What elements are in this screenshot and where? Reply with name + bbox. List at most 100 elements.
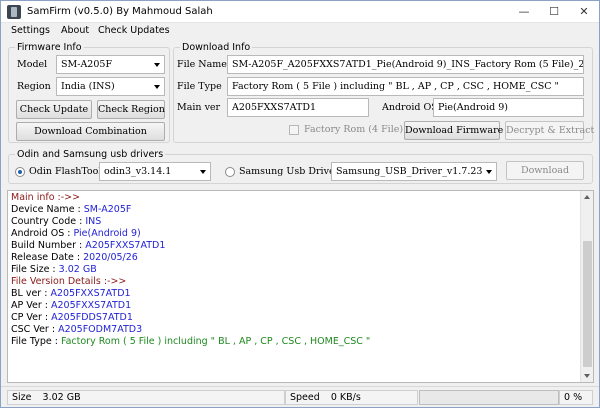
log-value: Pie(Android 9) [73, 228, 141, 239]
log-value: SM-A205F [83, 204, 132, 215]
log-key: Release Date : [11, 252, 84, 263]
size-value: 3.02 GB [42, 392, 81, 403]
download-combination-button[interactable]: Download Combination [16, 122, 165, 141]
log-line: Device Name : SM-A205F [11, 204, 370, 216]
file-name-field[interactable]: SM-A205F_A205FXXS7ATD1_Pie(Android 9)_IN… [227, 55, 584, 74]
speed-panel: Speed 0 KB/s [285, 390, 418, 405]
main-ver-label: Main ver [177, 102, 221, 113]
status-bar: Size 3.02 GB Speed 0 KB/s 0 % [1, 386, 599, 407]
log-line: Release Date : 2020/05/26 [11, 252, 370, 264]
log-line: CP Ver : A205FDDS7ATD1 [11, 312, 370, 324]
model-select[interactable]: SM-A205F [56, 55, 165, 74]
log-key: AP Ver : [11, 300, 51, 311]
odin-flashtool-label: Odin FlashTool [29, 166, 102, 177]
file-type-label: File Type [177, 81, 222, 92]
usb-driver-select[interactable]: Samsung_USB_Driver_v1.7.23 [331, 162, 497, 181]
log-key: CP Ver : [11, 312, 52, 323]
log-key: Android OS : [11, 228, 74, 239]
odin-version-select[interactable]: odin3_v3.14.1 [99, 162, 211, 181]
maximize-button[interactable]: ☐ [539, 1, 569, 22]
log-value: INS [85, 216, 102, 227]
decrypt-extract-button[interactable]: Decrypt & Extract [505, 121, 594, 140]
download-info-title: Download Info [180, 42, 253, 53]
chevron-down-icon [154, 63, 160, 67]
speed-value: 0 KB/s [330, 392, 361, 403]
android-os-label: Android OS [382, 102, 438, 113]
file-name-label: File Name [177, 59, 227, 70]
scroll-down-icon[interactable] [581, 369, 593, 382]
log-line: AP Ver : A205FXXS7ATD1 [11, 300, 370, 312]
progress-percent: 0 % [559, 390, 593, 405]
log-value: 2020/05/26 [83, 252, 138, 263]
app-icon [7, 5, 21, 19]
chevron-down-icon [200, 170, 206, 174]
check-update-button[interactable]: Check Update [16, 100, 92, 119]
log-line: Build Number : A205FXXS7ATD1 [11, 240, 370, 252]
scroll-up-icon[interactable] [581, 191, 593, 204]
factory-rom-checkbox[interactable] [289, 125, 299, 135]
log-value: 3.02 GB [58, 264, 97, 275]
menu-check-updates[interactable]: Check Updates [98, 25, 170, 36]
scroll-thumb[interactable] [583, 241, 592, 367]
download-progress-bar [419, 390, 559, 405]
log-value: A205FXXS7ATD1 [50, 288, 131, 299]
main-ver-field[interactable]: A205FXXS7ATD1 [227, 98, 369, 117]
log-key: Country Code : [11, 216, 86, 227]
log-line: File Version Details :->> [11, 276, 370, 288]
region-value: India (INS) [61, 81, 115, 92]
log-value: A205FXXS7ATD1 [51, 300, 132, 311]
model-value: SM-A205F [61, 59, 113, 70]
odin-flashtool-radio[interactable] [15, 167, 25, 177]
model-label: Model [17, 59, 48, 70]
odin-version-value: odin3_v3.14.1 [104, 166, 172, 177]
close-button[interactable]: ✕ [569, 1, 599, 22]
menu-about[interactable]: About [61, 25, 89, 36]
menu-bar: Settings About Check Updates [1, 23, 599, 39]
log-key: Device Name : [11, 204, 84, 215]
log-line: Android OS : Pie(Android 9) [11, 228, 370, 240]
menu-settings[interactable]: Settings [11, 25, 50, 36]
log-key: File Version Details :->> [11, 276, 127, 287]
factory-rom-checkbox-label: Factory Rom (4 File) [304, 124, 404, 135]
log-value: A205FDDS7ATD1 [51, 312, 133, 323]
log-key: File Type : [11, 336, 61, 347]
android-os-field[interactable]: Pie(Android 9) [433, 98, 584, 117]
log-line: CSC Ver : A205FODM7ATD3 [11, 324, 370, 336]
region-select[interactable]: India (INS) [56, 77, 165, 96]
download-firmware-button[interactable]: Download Firmware [404, 121, 503, 140]
log-line: Country Code : INS [11, 216, 370, 228]
log-line: File Size : 3.02 GB [11, 264, 370, 276]
check-region-button[interactable]: Check Region [97, 100, 165, 119]
log-line: File Type : Factory Rom ( 5 File ) inclu… [11, 336, 370, 348]
size-label: Size [12, 392, 32, 403]
drivers-title: Odin and Samsung usb drivers [15, 149, 166, 160]
log-key: Main info :->> [11, 192, 81, 203]
window-title: SamFirm (v0.5.0) By Mahmoud Salah [27, 6, 213, 17]
log-key: File Size : [11, 264, 59, 275]
log-key: Build Number : [11, 240, 86, 251]
file-type-field[interactable]: Factory Rom ( 5 File ) including " BL , … [227, 77, 584, 96]
chevron-down-icon [154, 85, 160, 89]
speed-label: Speed [290, 392, 320, 403]
driver-download-button[interactable]: Download [506, 161, 584, 180]
samsung-usb-drivers-radio[interactable] [225, 167, 235, 177]
samfirm-window: SamFirm (v0.5.0) By Mahmoud Salah — ☐ ✕ … [0, 0, 600, 408]
log-line: Main info :->> [11, 192, 370, 204]
log-line: BL ver : A205FXXS7ATD1 [11, 288, 370, 300]
log-key: BL ver : [11, 288, 51, 299]
log-value: Factory Rom ( 5 File ) including " BL , … [60, 336, 371, 347]
log-lines: Main info :->> Device Name : SM-A205F Coun… [11, 192, 370, 348]
log-scrollbar[interactable] [580, 191, 593, 382]
log-value: A205FXXS7ATD1 [85, 240, 166, 251]
samsung-usb-drivers-label: Samsung Usb Drivers [239, 166, 344, 177]
log-value: A205FODM7ATD3 [58, 324, 143, 335]
region-label: Region [17, 81, 51, 92]
minimize-button[interactable]: — [509, 1, 539, 22]
firmware-info-title: Firmware Info [15, 42, 84, 53]
title-bar[interactable]: SamFirm (v0.5.0) By Mahmoud Salah — ☐ ✕ [1, 1, 599, 23]
size-panel: Size 3.02 GB [7, 390, 285, 405]
log-key: CSC Ver : [11, 324, 59, 335]
log-output[interactable]: Main info :->> Device Name : SM-A205F Coun… [7, 190, 594, 383]
chevron-down-icon [486, 170, 492, 174]
usb-driver-value: Samsung_USB_Driver_v1.7.23 [336, 166, 483, 177]
